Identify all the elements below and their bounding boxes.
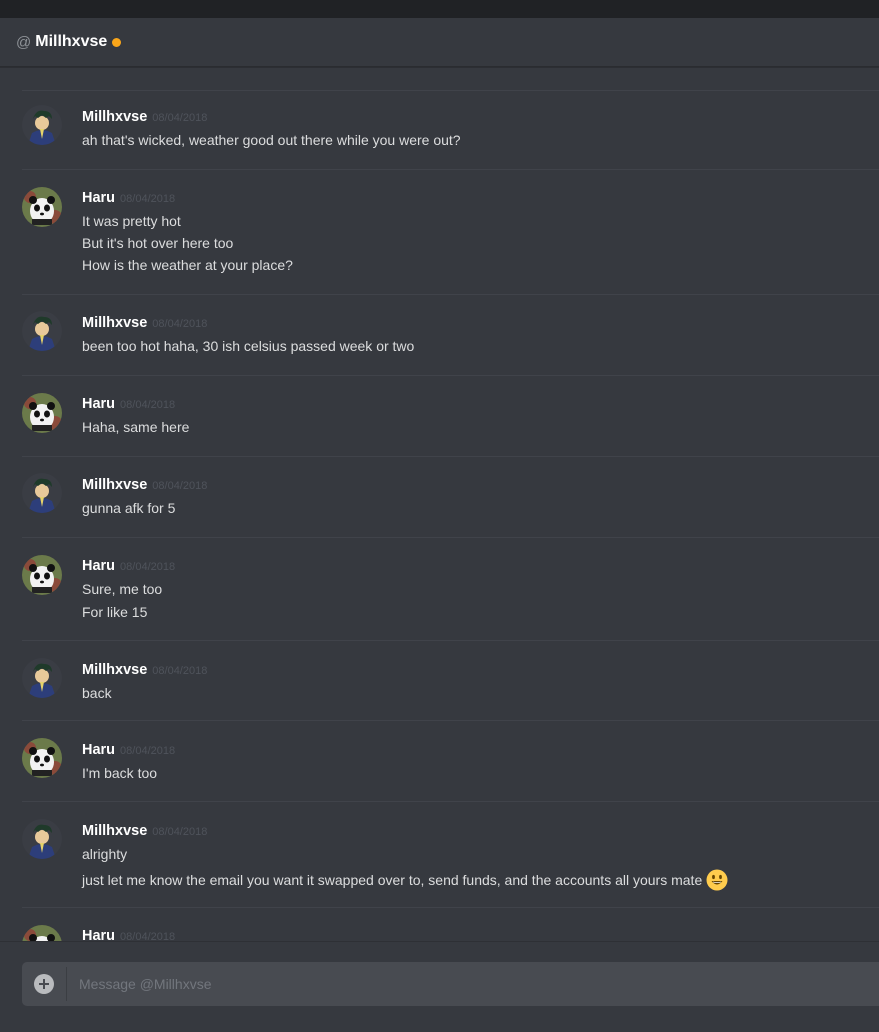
message-timestamp: 08/04/2018 (152, 480, 208, 492)
message-group: Haru 08/04/2018 (22, 907, 879, 941)
millhxvse-avatar[interactable] (22, 105, 62, 145)
message-text: gunna afk for 5 (82, 500, 176, 516)
message-text: Sure, me too (82, 581, 163, 597)
message-group: Haru 08/04/2018 I'm back too (22, 720, 879, 802)
message-group: Haru 08/04/2018 It was pretty hot But it… (22, 169, 879, 295)
message-input[interactable] (77, 963, 879, 1005)
at-icon: @ (16, 33, 32, 51)
message-text: I'm back too (82, 765, 158, 781)
millhxvse-avatar[interactable] (22, 473, 62, 513)
upload-plus-icon[interactable] (34, 974, 54, 994)
message-author[interactable]: Millhxvse (82, 477, 147, 493)
haru-panda-avatar[interactable] (22, 393, 62, 433)
message-author[interactable]: Millhxvse (82, 315, 147, 331)
message-list[interactable]: Millhxvse 08/04/2018 ah that's wicked, w… (0, 67, 879, 941)
message-timestamp: 08/04/2018 (120, 561, 176, 573)
message-text: alrighty (82, 846, 128, 862)
millhxvse-avatar[interactable] (22, 819, 62, 859)
millhxvse-avatar[interactable] (22, 311, 62, 351)
message-timestamp: 08/04/2018 (152, 665, 208, 677)
message-composer (22, 962, 879, 1006)
idle-status-icon (112, 37, 122, 47)
composer-divider (66, 967, 67, 1001)
haru-panda-avatar[interactable] (22, 187, 62, 227)
message-timestamp: 08/04/2018 (120, 745, 176, 757)
haru-panda-avatar[interactable] (22, 555, 62, 595)
message-group: Haru 08/04/2018 Sure, me too For like 15 (22, 537, 879, 641)
message-timestamp: 08/04/2018 (120, 931, 176, 941)
message-text: Haha, same here (82, 419, 190, 435)
haru-panda-avatar[interactable] (22, 738, 62, 778)
message-text-span: just let me know the email you want it s… (82, 872, 703, 889)
message-text: ah that's wicked, weather good out there… (82, 132, 461, 148)
message-author[interactable]: Millhxvse (82, 662, 147, 678)
haru-panda-avatar[interactable] (22, 925, 62, 941)
message-author[interactable]: Millhxvse (82, 109, 147, 125)
message-author[interactable]: Haru (82, 928, 115, 941)
message-text: back (82, 685, 112, 701)
message-author[interactable]: Haru (82, 558, 115, 574)
message-group: Haru 08/04/2018 Haha, same here (22, 375, 879, 457)
message-text: It was pretty hot (82, 213, 181, 229)
message-timestamp: 08/04/2018 (120, 399, 176, 411)
message-text: How is the weather at your place? (82, 257, 293, 273)
message-author[interactable]: Haru (82, 190, 115, 206)
window-titlebar (0, 0, 879, 18)
message-group: Millhxvse 08/04/2018 back (22, 640, 879, 721)
message-timestamp: 08/04/2018 (152, 112, 208, 124)
message-group: Millhxvse 08/04/2018 alrighty just let m… (22, 801, 879, 908)
message-text: But it's hot over here too (82, 235, 234, 251)
message-author[interactable]: Haru (82, 396, 115, 412)
message-text: For like 15 (82, 604, 148, 620)
message-text: just let me know the email you want it s… (82, 869, 728, 894)
message-author[interactable]: Haru (82, 742, 115, 758)
channel-header: @ Millhxvse (0, 18, 879, 67)
dm-recipient-name[interactable]: Millhxvse (35, 33, 107, 51)
millhxvse-avatar[interactable] (22, 658, 62, 698)
message-timestamp: 08/04/2018 (152, 826, 208, 838)
message-group: Millhxvse 08/04/2018 ah that's wicked, w… (22, 88, 879, 170)
message-author[interactable]: Millhxvse (82, 823, 147, 839)
message-timestamp: 08/04/2018 (120, 193, 176, 205)
message-group: Millhxvse 08/04/2018 been too hot haha, … (22, 294, 879, 376)
message-timestamp: 08/04/2018 (152, 318, 208, 330)
composer-area (0, 941, 879, 1032)
message-group: Millhxvse 08/04/2018 gunna afk for 5 (22, 456, 879, 538)
message-text: been too hot haha, 30 ish celsius passed… (82, 338, 415, 354)
smiley-emoji-icon (706, 869, 728, 894)
